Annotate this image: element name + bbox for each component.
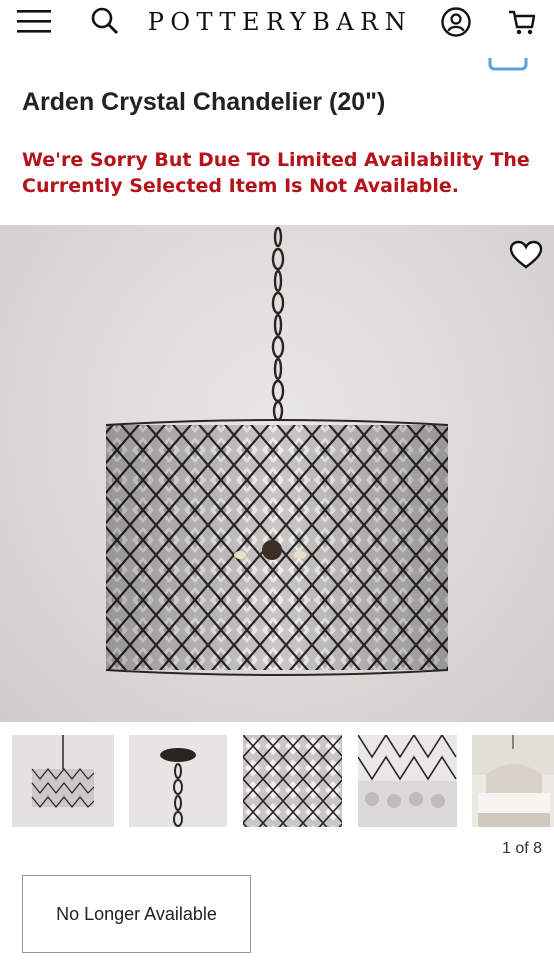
chat-icon[interactable] — [488, 50, 528, 74]
product-hero-image[interactable] — [0, 225, 554, 722]
gallery-counter: 1 of 8 — [501, 840, 542, 857]
thumbnail-2[interactable] — [129, 735, 227, 827]
availability-error-message: We're Sorry But Due To Limited Availabil… — [22, 149, 530, 197]
search-icon[interactable] — [84, 3, 126, 39]
thumbnail-1[interactable] — [12, 735, 114, 827]
favorite-heart-icon[interactable] — [506, 238, 546, 272]
brand-logo[interactable]: POTTERYBARN — [148, 7, 410, 37]
cart-icon[interactable] — [500, 3, 544, 41]
product-title: Arden Crystal Chandelier (20") — [22, 88, 386, 116]
site-header: POTTERYBARN — [0, 0, 554, 48]
thumbnail-4[interactable] — [358, 735, 457, 827]
account-icon[interactable] — [434, 3, 478, 41]
thumbnail-strip — [0, 735, 554, 829]
thumbnail-3[interactable] — [243, 735, 342, 827]
hamburger-menu-icon[interactable] — [12, 3, 56, 39]
thumbnail-5[interactable] — [472, 735, 554, 827]
no-longer-available-button[interactable]: No Longer Available — [22, 875, 251, 953]
